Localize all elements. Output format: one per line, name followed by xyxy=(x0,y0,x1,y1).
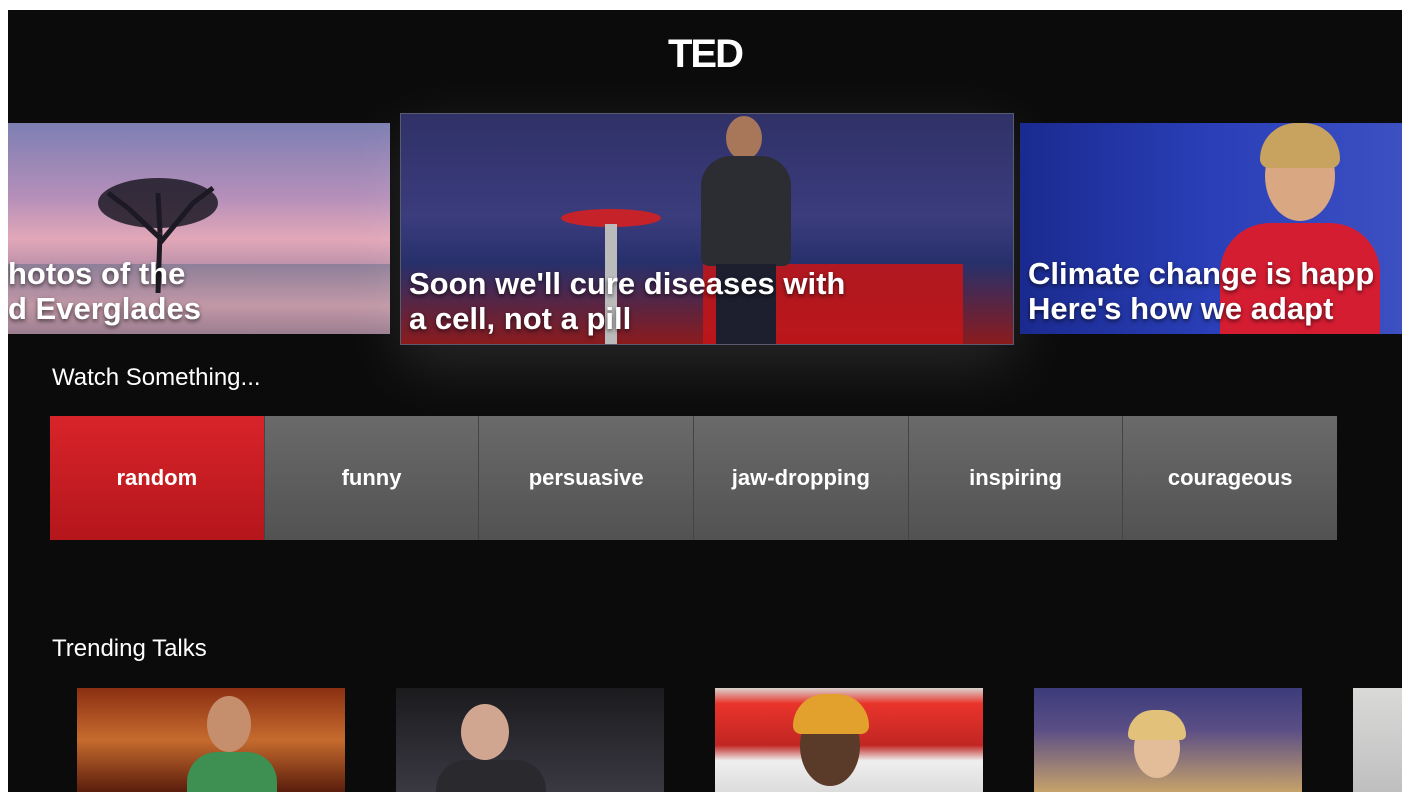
caption-line: Climate change is happ xyxy=(1028,256,1375,291)
hero-card-featured[interactable]: Soon we'll cure diseases with a cell, no… xyxy=(400,113,1014,345)
hero-caption: Climate change is happ Here's how we ada… xyxy=(1028,256,1402,326)
caption-line: a cell, not a pill xyxy=(409,301,632,336)
mood-jaw-dropping[interactable]: jaw-dropping xyxy=(694,416,909,540)
hero-card-climate[interactable]: Climate change is happ Here's how we ada… xyxy=(1020,123,1402,334)
tv-screen: TED hotos of the d Everglades Soon we'll… xyxy=(8,10,1402,792)
trending-talk-thumbnail[interactable] xyxy=(1034,688,1302,792)
caption-line: Soon we'll cure diseases with xyxy=(409,266,846,301)
mood-random[interactable]: random xyxy=(50,416,265,540)
trending-talk-thumbnail[interactable] xyxy=(77,688,345,792)
mood-inspiring[interactable]: inspiring xyxy=(908,416,1124,540)
hero-card-everglades[interactable]: hotos of the d Everglades xyxy=(8,123,390,334)
mood-courageous[interactable]: courageous xyxy=(1123,416,1338,540)
trending-talks-heading: Trending Talks xyxy=(52,635,207,662)
caption-line: hotos of the xyxy=(8,256,186,291)
caption-line: d Everglades xyxy=(8,291,201,326)
mood-persuasive[interactable]: persuasive xyxy=(479,416,695,540)
hero-caption: Soon we'll cure diseases with a cell, no… xyxy=(409,266,1013,336)
trending-talk-thumbnail[interactable] xyxy=(715,688,983,792)
trending-talk-thumbnail[interactable] xyxy=(1353,688,1402,792)
ted-logo: TED xyxy=(668,32,744,76)
trending-talk-thumbnail[interactable] xyxy=(396,688,664,792)
hero-caption: hotos of the d Everglades xyxy=(8,256,390,326)
mood-selector: random funny persuasive jaw-dropping ins… xyxy=(50,416,1338,540)
watch-something-heading: Watch Something... xyxy=(52,364,261,391)
mood-funny[interactable]: funny xyxy=(264,416,480,540)
caption-line: Here's how we adapt xyxy=(1028,291,1334,326)
